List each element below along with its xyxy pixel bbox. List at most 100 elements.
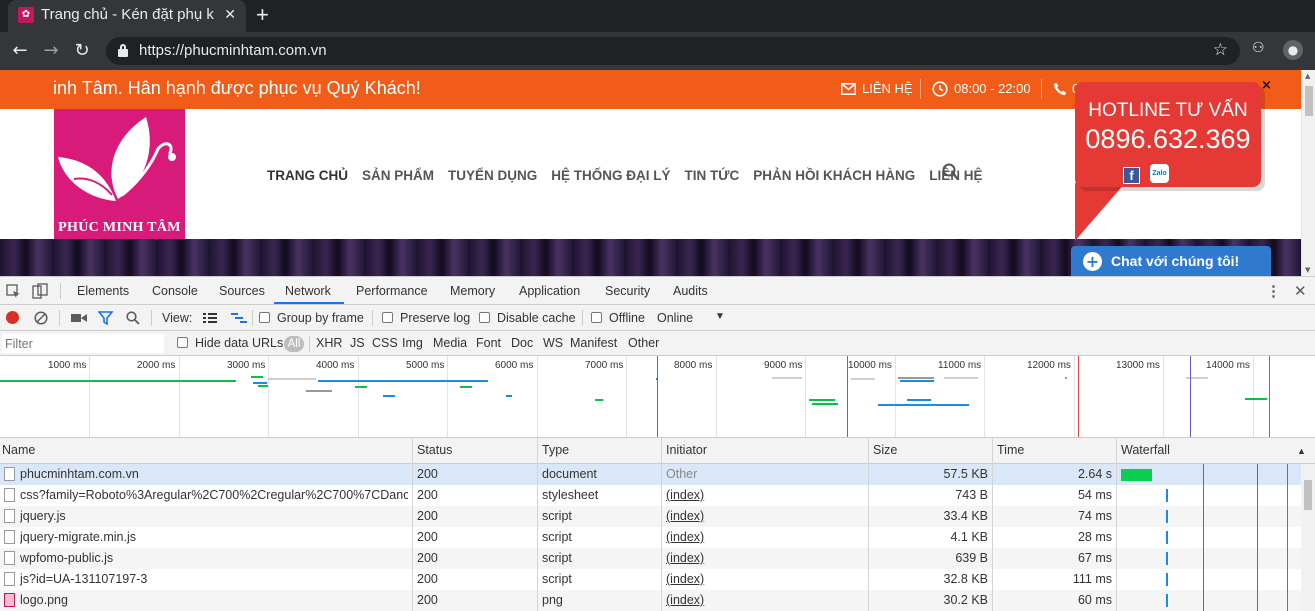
tab-sources[interactable]: Sources — [219, 284, 265, 298]
filter-type-media[interactable]: Media — [433, 336, 467, 350]
column-header-size[interactable]: Size — [873, 443, 897, 457]
search-network-icon[interactable] — [126, 311, 140, 325]
tab-application[interactable]: Application — [519, 284, 580, 298]
back-arrow-icon[interactable]: ← — [8, 39, 32, 63]
request-name[interactable]: css?family=Roboto%3Aregular%2C700%2Cregu… — [20, 488, 408, 502]
request-initiator[interactable]: (index) — [666, 488, 864, 502]
page-scrollbar[interactable]: ▲ ▼ — [1301, 70, 1315, 276]
network-overview-timeline[interactable]: 1000 ms 2000 ms 3000 ms 4000 ms 5000 ms 6000 … — [0, 356, 1315, 438]
tab-network[interactable]: Network — [285, 284, 331, 298]
filter-input[interactable] — [2, 334, 164, 353]
screenshot-camera-icon[interactable] — [71, 313, 87, 323]
column-header-name[interactable]: Name — [2, 443, 35, 457]
request-initiator[interactable]: (index) — [666, 551, 864, 565]
table-row[interactable]: wpfomo-public.js 200 script (index) 639 B 67 … — [0, 548, 1301, 569]
column-header-time[interactable]: Time — [997, 443, 1024, 457]
hotline-number[interactable]: 0896.632.369 — [1075, 124, 1261, 155]
table-row[interactable]: phucminhtam.com.vn 200 document Other 57.5 K… — [0, 464, 1301, 485]
throttling-dropdown-icon[interactable]: ▼ — [715, 311, 725, 322]
filter-type-manifest[interactable]: Manifest — [570, 336, 617, 350]
column-header-status[interactable]: Status — [417, 443, 452, 457]
hotline-close-icon[interactable]: × — [1261, 78, 1272, 93]
throttling-select[interactable]: Online — [657, 311, 693, 325]
column-divider[interactable] — [412, 438, 413, 611]
filter-type-xhr[interactable]: XHR — [316, 336, 342, 350]
tab-security[interactable]: Security — [605, 284, 650, 298]
site-logo[interactable]: PHÚC MINH TÂM — [54, 109, 185, 239]
reload-icon[interactable]: ↻ — [70, 39, 94, 63]
filter-type-css[interactable]: CSS — [372, 336, 398, 350]
scrollbar-thumb[interactable] — [1305, 86, 1313, 116]
tab-memory[interactable]: Memory — [450, 284, 495, 298]
search-icon[interactable] — [942, 163, 959, 180]
tab-performance[interactable]: Performance — [356, 284, 428, 298]
request-initiator[interactable]: (index) — [666, 593, 864, 607]
bookmark-star-icon[interactable]: ☆ — [1213, 40, 1228, 60]
tab-console[interactable]: Console — [152, 284, 198, 298]
column-divider[interactable] — [537, 438, 538, 611]
column-divider[interactable] — [661, 438, 662, 611]
disable-cache-checkbox[interactable] — [479, 312, 490, 323]
forward-arrow-icon[interactable]: → — [39, 39, 63, 63]
table-row[interactable]: jquery.js 200 script (index) 33.4 KB 74 ms — [0, 506, 1301, 527]
request-name[interactable]: jquery-migrate.min.js — [20, 530, 408, 544]
incognito-extension-icon[interactable]: ⚇ — [1252, 40, 1265, 56]
chat-widget-button[interactable]: + Chat với chúng tôi! — [1071, 246, 1271, 276]
filter-type-ws[interactable]: WS — [543, 336, 563, 350]
new-tab-button[interactable]: + — [256, 3, 269, 27]
tab-audits[interactable]: Audits — [673, 284, 708, 298]
large-rows-icon[interactable] — [203, 313, 217, 323]
hotline-popup[interactable]: HOTLINE TƯ VẤN 0896.632.369 f Zalo — [1075, 82, 1261, 187]
request-name[interactable]: js?id=UA-131107197-3 — [20, 572, 408, 586]
filter-type-all[interactable]: All — [284, 336, 304, 352]
facebook-icon[interactable]: f — [1123, 167, 1140, 184]
group-by-frame-checkbox[interactable] — [259, 312, 270, 323]
nav-item-home[interactable]: TRANG CHỦ — [267, 168, 348, 183]
device-toolbar-icon[interactable] — [32, 283, 48, 299]
scrollbar-thumb[interactable] — [1304, 480, 1312, 510]
table-row[interactable]: css?family=Roboto%3Aregular%2C700%2Cregu… — [0, 485, 1301, 506]
tab-elements[interactable]: Elements — [77, 284, 129, 298]
table-scrollbar[interactable] — [1301, 464, 1315, 611]
address-bar[interactable]: https://phucminhtam.com.vn ☆ — [106, 37, 1240, 65]
nav-item-dealers[interactable]: HỆ THỐNG ĐẠI LÝ — [551, 168, 670, 183]
zalo-icon[interactable]: Zalo — [1150, 164, 1169, 183]
hide-data-urls-checkbox[interactable] — [177, 337, 188, 348]
scroll-down-arrow-icon[interactable]: ▼ — [1305, 266, 1310, 274]
lock-icon[interactable] — [118, 44, 128, 57]
request-name[interactable]: phucminhtam.com.vn — [20, 467, 408, 481]
request-initiator[interactable]: (index) — [666, 572, 864, 586]
table-row[interactable]: js?id=UA-131107197-3 200 script (index) 32.8… — [0, 569, 1301, 590]
request-name[interactable]: jquery.js — [20, 509, 408, 523]
nav-item-feedback[interactable]: PHẢN HỒI KHÁCH HÀNG — [753, 168, 915, 183]
more-options-icon[interactable]: ⋮ — [1266, 282, 1281, 300]
request-name[interactable]: logo.png — [20, 593, 408, 607]
column-header-initiator[interactable]: Initiator — [666, 443, 707, 457]
offline-checkbox[interactable] — [591, 312, 602, 323]
request-name[interactable]: wpfomo-public.js — [20, 551, 408, 565]
column-divider[interactable] — [992, 438, 993, 611]
filter-type-js[interactable]: JS — [350, 336, 365, 350]
column-header-type[interactable]: Type — [542, 443, 569, 457]
column-divider[interactable] — [1116, 438, 1117, 611]
clear-icon[interactable] — [34, 311, 48, 325]
filter-funnel-icon[interactable] — [98, 311, 113, 325]
sort-ascending-icon[interactable]: ▲ — [1297, 446, 1306, 456]
request-initiator[interactable]: (index) — [666, 509, 864, 523]
preserve-log-checkbox[interactable] — [382, 312, 393, 323]
waterfall-view-icon[interactable] — [231, 313, 247, 323]
request-initiator[interactable]: (index) — [666, 530, 864, 544]
profile-avatar-icon[interactable]: ● — [1283, 40, 1303, 60]
inspect-element-icon[interactable] — [6, 284, 21, 299]
filter-type-font[interactable]: Font — [476, 336, 501, 350]
column-header-waterfall[interactable]: Waterfall — [1121, 443, 1170, 457]
nav-item-news[interactable]: TIN TỨC — [685, 168, 740, 183]
nav-item-products[interactable]: SẢN PHẨM — [362, 168, 434, 183]
table-row[interactable]: logo.png 200 png (index) 30.2 KB 60 ms — [0, 590, 1301, 611]
table-row[interactable]: jquery-migrate.min.js 200 script (index) 4.1… — [0, 527, 1301, 548]
contact-link[interactable]: LIÊN HỆ — [862, 81, 913, 96]
filter-type-doc[interactable]: Doc — [511, 336, 533, 350]
close-devtools-icon[interactable]: ✕ — [1294, 282, 1307, 300]
filter-type-img[interactable]: Img — [402, 336, 423, 350]
column-divider[interactable] — [868, 438, 869, 611]
